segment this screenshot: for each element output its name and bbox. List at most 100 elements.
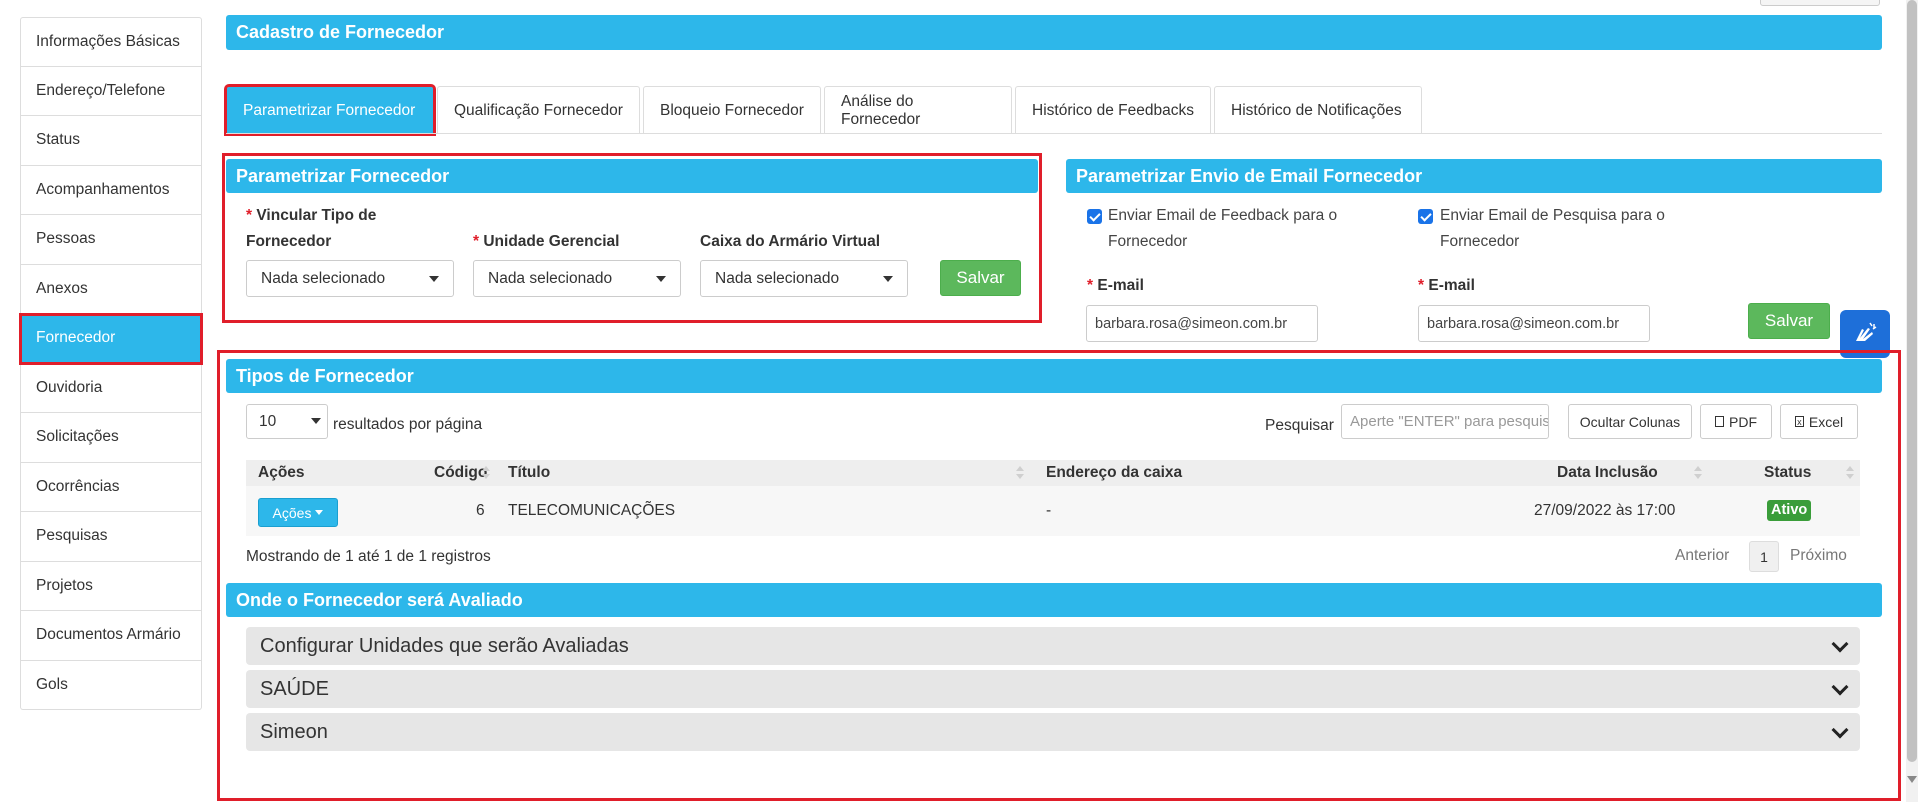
tab-analise-fornecedor[interactable]: Análise do Fornecedor — [824, 86, 1012, 134]
cell-data-inclusao: 27/09/2022 às 17:00 — [1534, 502, 1676, 519]
feedback-email-checkbox[interactable] — [1087, 209, 1102, 224]
pagination-previous[interactable]: Anterior — [1675, 547, 1729, 565]
sidebar-item-pesquisas[interactable]: Pesquisas — [20, 512, 202, 562]
page-title: Cadastro de Fornecedor — [226, 15, 1882, 50]
sidebar-item-endereco-telefone[interactable]: Endereço/Telefone — [20, 66, 202, 116]
table-header: Ações Código Título Endereço da caixa Da… — [246, 460, 1860, 486]
sidebar-item-informacoes-basicas[interactable]: Informações Básicas — [20, 17, 202, 67]
scrollbar-thumb[interactable] — [1907, 0, 1917, 762]
column-header-acoes: Ações — [258, 464, 305, 481]
pesquisa-email-label-line1: Enviar Email de Pesquisa para o — [1440, 207, 1665, 224]
caixa-armario-select[interactable]: Nada selecionado — [700, 260, 908, 297]
accordion-simeon[interactable]: Simeon — [246, 713, 1860, 751]
sidebar-item-acompanhamentos[interactable]: Acompanhamentos — [20, 165, 202, 215]
hide-columns-button[interactable]: Ocultar Colunas — [1568, 404, 1692, 439]
email-label-2: * E-mail — [1418, 273, 1475, 299]
column-header-endereco[interactable]: Endereço da caixa — [1046, 460, 1182, 486]
tab-qualificacao-fornecedor[interactable]: Qualificação Fornecedor — [437, 86, 640, 134]
acoes-button-label: Ações — [272, 504, 312, 521]
sidebar-item-solicitacoes[interactable]: Solicitações — [20, 413, 202, 463]
email-label-1: * E-mail — [1087, 273, 1144, 299]
accordion-label: Simeon — [260, 720, 328, 743]
accordion-saude[interactable]: SAÚDE — [246, 670, 1860, 708]
search-label: Pesquisar — [1265, 417, 1334, 434]
column-header-titulo[interactable]: Título — [508, 460, 550, 486]
email-field-pesquisa[interactable]: barbara.rosa@simeon.com.br — [1418, 305, 1650, 342]
unidade-gerencial-select[interactable]: Nada selecionado — [473, 260, 681, 297]
pesquisa-email-checkbox[interactable] — [1418, 209, 1433, 224]
tipo-fornecedor-select[interactable]: Nada selecionado — [246, 260, 454, 297]
pagination-next[interactable]: Próximo — [1790, 547, 1847, 565]
table-row: Ações 6 TELECOMUNICAÇÕES - 27/09/2022 às… — [246, 486, 1860, 536]
pdf-icon — [1715, 416, 1724, 427]
sidebar-item-anexos[interactable]: Anexos — [20, 264, 202, 314]
column-header-status[interactable]: Status — [1764, 460, 1811, 486]
status-badge: Ativo — [1767, 500, 1812, 521]
page-size-value: 10 — [259, 412, 277, 430]
cell-endereco: - — [1046, 502, 1052, 519]
sidebar-item-status[interactable]: Status — [20, 116, 202, 166]
required-mark: * — [246, 207, 253, 224]
sign-language-icon-graphic — [1856, 322, 1877, 341]
sidebar-item-documentos-armario[interactable]: Documentos Armário — [20, 611, 202, 661]
top-button-stub[interactable] — [1760, 0, 1880, 6]
sidebar-item-gols[interactable]: Gols — [20, 660, 202, 710]
pdf-button-label: PDF — [1729, 413, 1757, 430]
search-input[interactable]: Aperte "ENTER" para pesquisar — [1341, 404, 1549, 439]
page-size-label: resultados por página — [333, 416, 483, 433]
caixa-armario-value: Nada selecionado — [715, 269, 840, 287]
chevron-down-icon — [1831, 635, 1849, 653]
field-unidade-label: * Unidade Gerencial — [473, 229, 619, 255]
field-unidade-label-text: Unidade Gerencial — [483, 233, 620, 250]
field-tipo-label-line1: Vincular Tipo de — [256, 207, 377, 224]
column-header-codigo[interactable]: Código — [434, 460, 487, 486]
email-field-feedback[interactable]: barbara.rosa@simeon.com.br — [1086, 305, 1318, 342]
avaliado-panel-title: Onde o Fornecedor será Avaliado — [226, 583, 1882, 617]
cell-codigo: 6 — [476, 502, 485, 519]
page-size-select[interactable]: 10 — [246, 404, 328, 439]
sidebar-item-projetos[interactable]: Projetos — [20, 561, 202, 611]
tab-parametrizar-fornecedor[interactable]: Parametrizar Fornecedor — [224, 84, 436, 136]
accordion-label: Configurar Unidades que serão Avaliadas — [260, 634, 629, 657]
required-mark: * — [1087, 277, 1094, 294]
sidebar-item-ouvidoria[interactable]: Ouvidoria — [20, 363, 202, 413]
pdf-button[interactable]: PDF — [1700, 404, 1772, 439]
email-panel-title: Parametrizar Envio de Email Fornecedor — [1066, 159, 1882, 193]
chevron-down-icon — [311, 418, 321, 424]
column-header-data-inclusao[interactable]: Data Inclusão — [1557, 460, 1658, 486]
tab-historico-notificacoes[interactable]: Histórico de Notificações — [1214, 86, 1422, 134]
excel-icon: x — [1794, 416, 1804, 427]
chevron-down-icon — [1831, 678, 1849, 696]
tab-bloqueio-fornecedor[interactable]: Bloqueio Fornecedor — [643, 86, 821, 134]
sort-icon[interactable] — [1694, 466, 1702, 480]
sidebar-item-pessoas[interactable]: Pessoas — [20, 215, 202, 265]
excel-button[interactable]: x Excel — [1780, 404, 1858, 439]
unidade-gerencial-value: Nada selecionado — [488, 269, 613, 287]
param-save-button[interactable]: Salvar — [940, 260, 1021, 296]
sort-icon[interactable] — [1846, 466, 1854, 480]
email-label-1-text: E-mail — [1097, 277, 1144, 294]
accordion-label: SAÚDE — [260, 677, 329, 700]
sort-icon[interactable] — [482, 466, 490, 480]
accordion-configurar-unidades[interactable]: Configurar Unidades que serão Avaliadas — [246, 627, 1860, 665]
feedback-email-label-line1: Enviar Email de Feedback para o — [1108, 207, 1338, 224]
sort-icon[interactable] — [1016, 466, 1024, 480]
cell-titulo: TELECOMUNICAÇÕES — [508, 502, 676, 519]
excel-button-label: Excel — [1808, 413, 1844, 430]
table-info: Mostrando de 1 até 1 de 1 registros — [246, 548, 491, 565]
sidebar-item-ocorrencias[interactable]: Ocorrências — [20, 462, 202, 512]
acoes-dropdown-button[interactable]: Ações — [258, 498, 338, 527]
field-caixa-label: Caixa do Armário Virtual — [700, 233, 881, 250]
sidebar-item-fornecedor[interactable]: Fornecedor — [19, 313, 203, 365]
field-tipo-label: * Vincular Tipo de — [246, 203, 376, 229]
field-tipo-label-line2: Fornecedor — [246, 233, 332, 250]
tab-historico-feedbacks[interactable]: Histórico de Feedbacks — [1015, 86, 1211, 134]
scroll-down-arrow-icon[interactable] — [1907, 776, 1917, 783]
caret-down-icon — [315, 510, 324, 515]
pagination-page-1[interactable]: 1 — [1749, 541, 1779, 572]
param-panel-title: Parametrizar Fornecedor — [226, 159, 1038, 193]
caret-down-icon — [429, 276, 439, 282]
sidebar: Informações Básicas Endereço/Telefone St… — [19, 17, 203, 710]
email-save-button[interactable]: Salvar — [1748, 303, 1830, 339]
feedback-email-label-line2: Fornecedor — [1108, 233, 1188, 250]
